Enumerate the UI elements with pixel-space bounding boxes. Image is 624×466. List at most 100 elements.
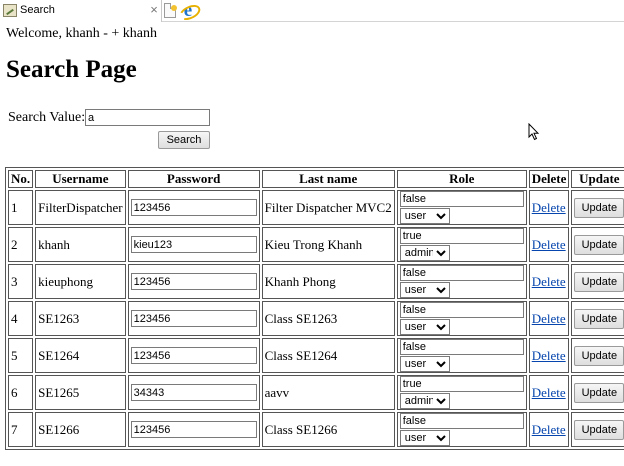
username-cell: kieuphong [35, 264, 126, 299]
role-select[interactable]: user [399, 356, 450, 372]
delete-cell: Delete [528, 227, 570, 262]
search-label: Search Value: [8, 110, 86, 125]
role-cell: admin [396, 375, 527, 410]
update-button[interactable]: Update [574, 382, 624, 403]
role-cell: user [396, 412, 527, 447]
browser-tab-bar: Search × e [0, 0, 624, 22]
update-cell: Update [571, 264, 624, 299]
update-cell: Update [571, 412, 624, 447]
header-delete: Delete [528, 170, 570, 188]
username-cell: FilterDispatcher [35, 190, 126, 225]
password-cell [127, 412, 260, 447]
update-button[interactable]: Update [574, 345, 624, 366]
role-cell: user [396, 264, 527, 299]
delete-link[interactable]: Delete [532, 200, 566, 215]
password-input[interactable] [130, 347, 257, 365]
password-input[interactable] [130, 384, 257, 402]
search-button[interactable]: Search [158, 131, 210, 149]
table-row: 2khanh Kieu Trong Khanhadmin Delete Update [8, 227, 624, 262]
role-select[interactable]: admin [399, 393, 450, 409]
row-number: 4 [8, 301, 34, 336]
update-cell: Update [571, 375, 624, 410]
password-cell [127, 338, 260, 373]
role-input[interactable] [399, 376, 524, 392]
update-button[interactable]: Update [574, 308, 624, 329]
role-group: user [399, 339, 524, 372]
update-cell: Update [571, 338, 624, 373]
tab-title: Search [20, 4, 55, 16]
role-cell: user [396, 301, 527, 336]
role-select[interactable]: admin [399, 245, 450, 261]
role-group: user [399, 265, 524, 298]
header-update: Update [571, 170, 624, 188]
table-row: 6SE1265 aavvadmin Delete Update [8, 375, 624, 410]
search-input[interactable] [85, 109, 210, 126]
delete-cell: Delete [528, 412, 570, 447]
role-input[interactable] [399, 302, 524, 318]
browser-tab[interactable]: Search × [0, 0, 162, 22]
password-cell [127, 264, 260, 299]
update-cell: Update [571, 301, 624, 336]
delete-cell: Delete [528, 264, 570, 299]
username-cell: SE1264 [35, 338, 126, 373]
password-input[interactable] [130, 236, 257, 254]
update-button[interactable]: Update [574, 234, 624, 255]
results-table: No. Username Password Last name Role Delete Up… [5, 167, 624, 450]
table-row: 5SE1264 Class SE1264user Delete Update [8, 338, 624, 373]
role-input[interactable] [399, 191, 524, 207]
role-group: user [399, 302, 524, 335]
username-cell: khanh [35, 227, 126, 262]
delete-link[interactable]: Delete [532, 311, 566, 326]
close-icon[interactable]: × [148, 2, 160, 18]
update-cell: Update [571, 227, 624, 262]
role-group: admin [399, 228, 524, 261]
mouse-pointer-icon [528, 123, 540, 141]
row-number: 5 [8, 338, 34, 373]
update-button[interactable]: Update [574, 271, 624, 292]
welcome-text: Welcome, khanh - + khanh [6, 26, 157, 41]
update-button[interactable]: Update [574, 197, 624, 218]
row-number: 1 [8, 190, 34, 225]
delete-link[interactable]: Delete [532, 385, 566, 400]
table-row: 1FilterDispatcher Filter Dispatcher MVC2u… [8, 190, 624, 225]
password-input[interactable] [130, 421, 257, 439]
delete-link[interactable]: Delete [532, 348, 566, 363]
role-input[interactable] [399, 228, 524, 244]
last-name-cell: aavv [261, 375, 395, 410]
role-input[interactable] [399, 339, 524, 355]
row-number: 2 [8, 227, 34, 262]
role-select[interactable]: user [399, 208, 450, 224]
new-tab-icon[interactable] [164, 3, 177, 18]
table-header-row: No. Username Password Last name Role Delete Up… [8, 170, 624, 188]
last-name-cell: Filter Dispatcher MVC2 [261, 190, 395, 225]
role-select[interactable]: user [399, 430, 450, 446]
password-input[interactable] [130, 310, 257, 328]
table-row: 3kieuphong Khanh Phonguser Delete Update [8, 264, 624, 299]
password-input[interactable] [130, 273, 257, 291]
role-cell: admin [396, 227, 527, 262]
header-role: Role [396, 170, 527, 188]
page-title: Search Page [6, 56, 137, 83]
role-select[interactable]: user [399, 282, 450, 298]
username-cell: SE1263 [35, 301, 126, 336]
role-group: user [399, 191, 524, 224]
last-name-cell: Kieu Trong Khanh [261, 227, 395, 262]
delete-link[interactable]: Delete [532, 422, 566, 437]
delete-link[interactable]: Delete [532, 237, 566, 252]
header-username: Username [35, 170, 126, 188]
table-row: 7SE1266 Class SE1266user Delete Update [8, 412, 624, 447]
header-no: No. [8, 170, 34, 188]
update-button[interactable]: Update [574, 419, 624, 440]
role-cell: user [396, 190, 527, 225]
delete-cell: Delete [528, 375, 570, 410]
role-input[interactable] [399, 413, 524, 429]
row-number: 7 [8, 412, 34, 447]
table-row: 4SE1263 Class SE1263user Delete Update [8, 301, 624, 336]
role-select[interactable]: user [399, 319, 450, 335]
delete-cell: Delete [528, 338, 570, 373]
password-input[interactable] [130, 199, 257, 217]
role-input[interactable] [399, 265, 524, 281]
delete-link[interactable]: Delete [532, 274, 566, 289]
internet-explorer-icon[interactable]: e [179, 1, 197, 20]
role-group: admin [399, 376, 524, 409]
